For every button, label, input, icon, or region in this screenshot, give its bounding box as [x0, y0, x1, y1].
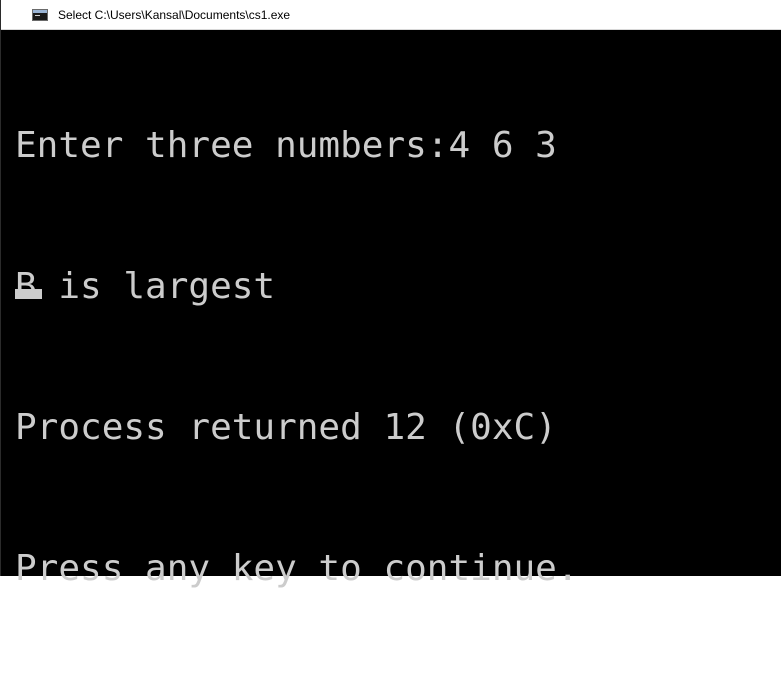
window-title: Select C:\Users\Kansal\Documents\cs1.exe — [58, 7, 291, 22]
console-app-icon[interactable] — [32, 8, 48, 21]
console-line-press-any-key: Press any key to continue. — [15, 548, 579, 589]
text-cursor — [15, 289, 42, 299]
console-window[interactable]: Select C:\Users\Kansal\Documents\cs1.exe… — [0, 0, 781, 589]
title-bar[interactable]: Select C:\Users\Kansal\Documents\cs1.exe — [1, 0, 781, 30]
console-output[interactable]: Enter three numbers:4 6 3 B is largest P… — [15, 28, 781, 589]
console-line-process-returned: Process returned 12 (0xC) — [15, 407, 557, 448]
console-line-result: B is largest — [15, 266, 276, 307]
console-line-prompt: Enter three numbers:4 6 3 — [15, 125, 557, 166]
